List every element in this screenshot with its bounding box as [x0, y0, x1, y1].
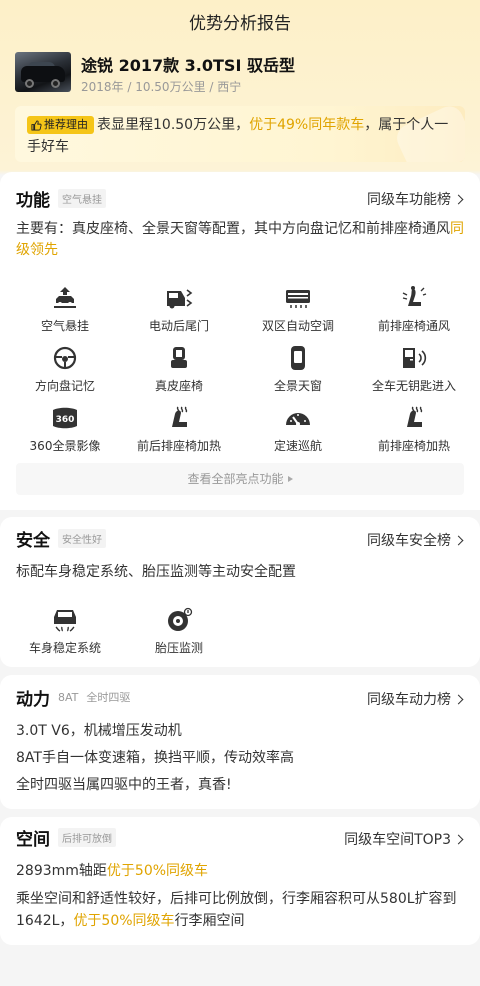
feature-item[interactable]: 胎压监测 — [124, 607, 234, 656]
section-tag: 空气悬挂 — [58, 188, 106, 208]
feature-label: 全景天窗 — [273, 379, 322, 393]
feature-label: 方向盘记忆 — [34, 379, 95, 393]
tire-pressure-icon — [168, 607, 193, 631]
safety-card: 安全 安全性好 同级车安全榜 标配车身稳定系统、胎压监测等主动安全配置 车身稳定… — [0, 517, 480, 667]
dual-zone-ac-icon — [286, 290, 310, 308]
feature-item[interactable]: 全车无钥匙进入 — [359, 345, 469, 394]
car-meta: 2018年 / 10.50万公里 / 西宁 — [81, 80, 242, 94]
feature-item[interactable]: 定速巡航 — [243, 405, 353, 454]
rank-label: 同级车动力榜 — [367, 692, 451, 708]
seat-ventilation-icon — [402, 286, 427, 306]
feature-label: 空气悬挂 — [40, 319, 89, 333]
section-title: 空间 — [16, 829, 50, 850]
feature-label: 车身稳定系统 — [28, 641, 101, 655]
desc-text: 主要有：真皮座椅、全景天窗等配置，其中方向盘记忆和前排座椅通风 — [16, 221, 450, 237]
feature-label: 双区自动空调 — [261, 319, 334, 333]
section-title: 动力 — [16, 689, 50, 710]
feature-label: 前后排座椅加热 — [136, 439, 221, 453]
power-line: 8AT手自一体变速箱，换挡平顺，传动效率高 — [16, 750, 294, 766]
space-line: 2893mm轴距优于50%同级车 — [16, 861, 466, 882]
panoramic-sunroof-icon — [291, 346, 305, 370]
car-thumbnail — [15, 52, 71, 92]
space-rank-link[interactable]: 同级车空间TOP3 — [344, 829, 464, 849]
safety-desc: 标配车身稳定系统、胎压监测等主动安全配置 — [16, 564, 296, 580]
section-tag: 全时四驱 — [86, 691, 131, 704]
svg-text:360: 360 — [56, 415, 75, 425]
steering-memory-icon — [53, 346, 77, 370]
leather-seat-icon — [171, 347, 187, 368]
power-tailgate-icon — [167, 289, 193, 309]
recommend-badge: 推荐理由 — [27, 116, 94, 134]
power-line: 全时四驱当属四驱中的王者，真香! — [16, 777, 232, 793]
recommend-badge-label: 推荐理由 — [44, 118, 88, 131]
seat-heating-front-rear-icon — [172, 406, 188, 427]
feature-item[interactable]: 前排座椅加热 — [359, 405, 469, 454]
feature-label: 前排座椅通风 — [377, 319, 450, 333]
section-title: 安全 — [16, 530, 50, 551]
feature-label: 电动后尾门 — [148, 319, 209, 333]
function-rank-link[interactable]: 同级车功能榜 — [367, 189, 464, 209]
feature-item[interactable]: 方向盘记忆 — [10, 345, 120, 394]
feature-item[interactable]: 车身稳定系统 — [10, 607, 120, 656]
page-title: 优势分析报告 — [189, 14, 291, 34]
chevron-right-icon — [453, 834, 464, 844]
power-rank-link[interactable]: 同级车动力榜 — [367, 689, 464, 709]
recommend-text-part: 表显里程10.50万公里， — [97, 117, 250, 133]
feature-label: 全车无钥匙进入 — [371, 379, 456, 393]
power-line: 3.0T V6，机械增压发动机 — [16, 723, 182, 739]
seat-heating-front-icon — [407, 406, 423, 427]
car-summary[interactable]: 途锐 2017款 3.0TSI 驭岳型 2018年 / 10.50万公里 / 西… — [15, 50, 465, 96]
rank-label: 同级车空间TOP3 — [344, 832, 451, 848]
chevron-right-icon — [453, 694, 464, 704]
recommend-box: 表显里程10.50万公里，优于49%同年款车，属于个人一手好车 推荐理由 — [15, 106, 465, 162]
feature-item[interactable]: 前排座椅通风 — [359, 285, 469, 334]
feature-label: 胎压监测 — [154, 641, 203, 655]
feature-label: 真皮座椅 — [154, 379, 203, 393]
feature-item[interactable]: 空气悬挂 — [10, 285, 120, 334]
section-title: 功能 — [16, 190, 50, 211]
space-highlight: 优于50%同级车 — [106, 863, 209, 879]
feature-item[interactable]: 全景天窗 — [243, 345, 353, 394]
rank-label: 同级车功能榜 — [367, 192, 451, 208]
feature-item[interactable]: 360 360全景影像 — [10, 405, 120, 454]
power-card: 动力 8AT 全时四驱 同级车动力榜 3.0T V6，机械增压发动机 8AT手自… — [0, 675, 480, 809]
car-name: 途锐 2017款 3.0TSI 驭岳型 — [81, 56, 295, 75]
space-text: 2893mm轴距 — [16, 863, 107, 879]
function-card: 功能 空气悬挂 同级车功能榜 主要有：真皮座椅、全景天窗等配置，其中方向盘记忆和… — [0, 172, 480, 510]
caret-right-icon — [287, 476, 293, 482]
view-all-features-button[interactable]: 查看全部亮点功能 — [16, 463, 464, 495]
section-tag: 8AT — [58, 690, 79, 704]
thumbs-up-icon — [31, 119, 42, 131]
feature-item[interactable]: 前后排座椅加热 — [124, 405, 234, 454]
function-desc: 主要有：真皮座椅、全景天窗等配置，其中方向盘记忆和前排座椅通风同级领先 — [16, 219, 466, 261]
feature-item[interactable]: 双区自动空调 — [243, 285, 353, 334]
feature-item[interactable]: 电动后尾门 — [124, 285, 234, 334]
feature-label: 定速巡航 — [273, 439, 322, 453]
chevron-right-icon — [453, 194, 464, 204]
feature-label: 360全景影像 — [29, 439, 101, 453]
stability-control-icon — [54, 610, 76, 632]
cruise-control-icon — [286, 413, 310, 426]
feature-item[interactable]: 真皮座椅 — [124, 345, 234, 394]
space-text: 行李厢空间 — [174, 913, 245, 929]
more-label: 查看全部亮点功能 — [187, 472, 284, 486]
chevron-right-icon — [453, 535, 464, 545]
keyless-entry-icon — [403, 348, 427, 368]
space-card: 空间 后排可放倒 同级车空间TOP3 2893mm轴距优于50%同级车 乘坐空间… — [0, 817, 480, 945]
recommend-highlight: 优于49%同年款车 — [249, 117, 365, 133]
section-tag: 后排可放倒 — [58, 827, 116, 847]
air-suspension-icon — [54, 287, 76, 308]
space-highlight: 优于50%同级车 — [73, 913, 175, 929]
section-tag: 安全性好 — [58, 528, 106, 548]
space-line: 乘坐空间和舒适性较好，后排可比例放倒，行李厢容积可从580L扩容到1642L，优… — [16, 888, 466, 932]
safety-rank-link[interactable]: 同级车安全榜 — [367, 530, 464, 550]
camera-360-icon: 360 — [53, 407, 77, 429]
rank-label: 同级车安全榜 — [367, 533, 451, 549]
feature-label: 前排座椅加热 — [377, 439, 450, 453]
